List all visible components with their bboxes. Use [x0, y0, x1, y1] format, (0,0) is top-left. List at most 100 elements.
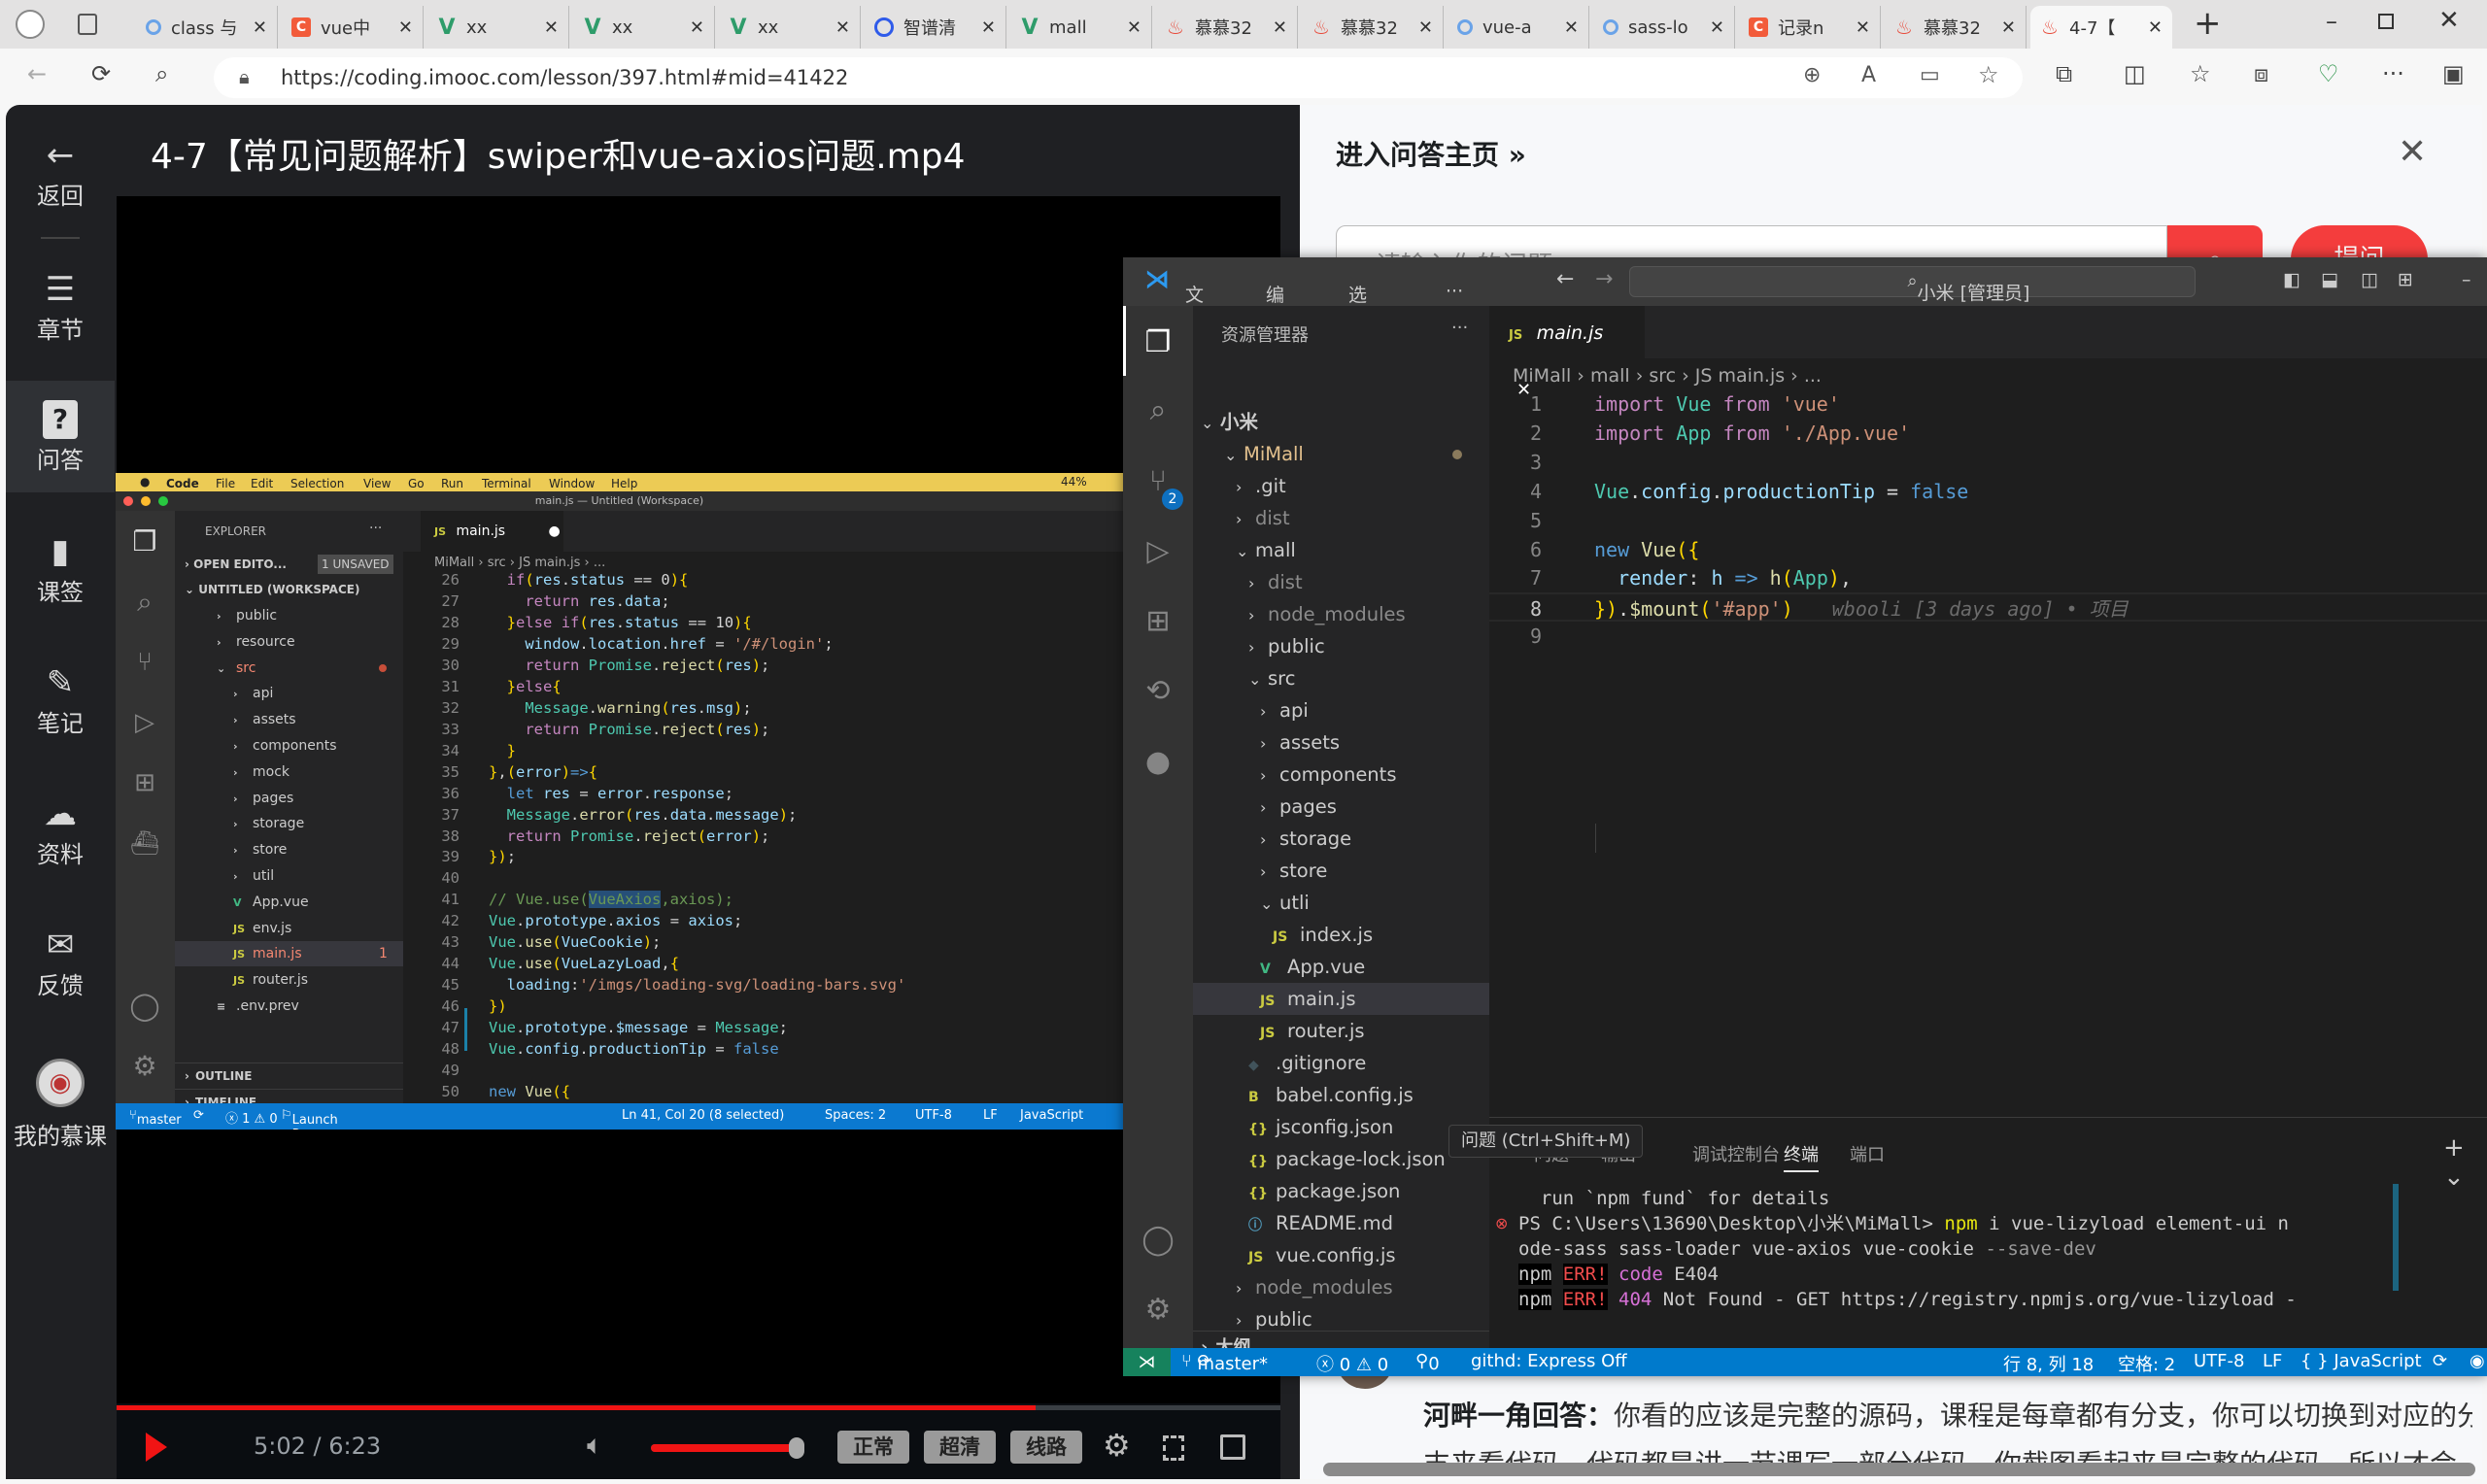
- tab-close-icon[interactable]: ✕: [981, 17, 996, 38]
- problems[interactable]: ⓧ 0 ⚠ 0: [1316, 1351, 1388, 1376]
- explorer-more-button[interactable]: ···: [1451, 318, 1468, 338]
- cursor-position[interactable]: 行 8, 列 18: [2003, 1351, 2094, 1376]
- githd-status[interactable]: githd: Express Off: [1471, 1351, 1627, 1371]
- explorer-item[interactable]: › dist: [1193, 566, 1489, 598]
- play-icon[interactable]: [146, 1433, 167, 1462]
- player-option-button[interactable]: 正常: [837, 1431, 909, 1464]
- explorer-item[interactable]: › pages: [1193, 791, 1489, 823]
- workspaces-icon[interactable]: [78, 14, 97, 35]
- run-debug-icon[interactable]: ▷: [1141, 534, 1175, 569]
- explorer-icon[interactable]: ❐: [1141, 325, 1175, 360]
- explorer-item[interactable]: › node_modules: [1193, 1271, 1489, 1303]
- explorer-item[interactable]: JS router.js: [1193, 1015, 1489, 1047]
- sidebar-toggle-icon[interactable]: ▣: [2442, 60, 2465, 87]
- explorer-item[interactable]: › node_modules: [1193, 598, 1489, 630]
- browser-tab[interactable]: vue-a ✕: [1448, 6, 1589, 49]
- picture-in-picture-icon[interactable]: [1220, 1434, 1245, 1460]
- player-option-button[interactable]: 线路: [1010, 1431, 1082, 1464]
- code-line[interactable]: 5: [1489, 506, 2487, 535]
- explorer-item[interactable]: {} jsconfig.json: [1193, 1111, 1489, 1143]
- browser-tab[interactable]: C 记录n ✕: [1739, 6, 1881, 49]
- code-line[interactable]: 6 new Vue({: [1489, 535, 2487, 564]
- sidebar-item-back-arrow[interactable]: ← 返回: [6, 134, 115, 211]
- tab-close-icon[interactable]: ✕: [1127, 17, 1141, 38]
- more-icon[interactable]: ···: [2382, 60, 2404, 87]
- tab-close-icon[interactable]: ✕: [1273, 17, 1287, 38]
- sidebar-item-bookmark[interactable]: ▮ 课签: [6, 530, 115, 607]
- tab-close-icon[interactable]: ✕: [1856, 17, 1870, 38]
- read-aloud-icon[interactable]: A: [1861, 63, 1876, 87]
- minimize-button[interactable]: –: [2326, 8, 2337, 35]
- volume-slider[interactable]: [651, 1437, 804, 1459]
- toggle-secondary-sidebar-icon[interactable]: ◫: [2361, 269, 2378, 290]
- explorer-item[interactable]: V App.vue: [1193, 951, 1489, 983]
- explorer-item[interactable]: ⓘ README.md: [1193, 1207, 1489, 1239]
- tab-close-icon[interactable]: ✕: [1710, 17, 1724, 38]
- toggle-sidebar-icon[interactable]: ◧: [2283, 269, 2300, 290]
- sidebar-item-question[interactable]: ? 问答: [6, 381, 115, 492]
- explorer-item[interactable]: ◆ .gitignore: [1193, 1047, 1489, 1079]
- explorer-item[interactable]: JS index.js: [1193, 919, 1489, 951]
- tab-close-icon[interactable]: ✕: [690, 17, 704, 38]
- explorer-item[interactable]: ⌄ 小米: [1193, 406, 1489, 438]
- browser-tab[interactable]: Vxx ✕: [573, 6, 715, 49]
- language-mode[interactable]: { } JavaScript: [2300, 1351, 2422, 1371]
- browser-tab[interactable]: class 与 ✕: [136, 6, 278, 49]
- prettier-icon[interactable]: ⟳: [2433, 1351, 2447, 1371]
- code-line[interactable]: 7 render: h => h(App),: [1489, 563, 2487, 592]
- browser-tab[interactable]: Cvue中 ✕: [282, 6, 424, 49]
- qa-home-link[interactable]: 进入问答主页 »: [1336, 134, 1526, 173]
- panel-tab[interactable]: 调试控制台: [1692, 1141, 1780, 1166]
- tab-close-icon[interactable]: ✕: [1418, 17, 1433, 38]
- extensions-icon[interactable]: ⊞: [1141, 604, 1175, 639]
- explorer-item[interactable]: ⌄ utli: [1193, 887, 1489, 919]
- gear-icon[interactable]: ⚙: [1141, 1293, 1175, 1328]
- eol[interactable]: LF: [2263, 1351, 2282, 1371]
- fullscreen-icon[interactable]: [1163, 1435, 1184, 1461]
- explorer-item[interactable]: {} package-lock.json: [1193, 1143, 1489, 1175]
- terminal-scrollbar[interactable]: [2393, 1184, 2399, 1291]
- tab-close-icon[interactable]: ✕: [1564, 17, 1579, 38]
- ports[interactable]: ⚲ 0: [1415, 1351, 1440, 1374]
- tab-close-icon[interactable]: ✕: [2001, 17, 2016, 38]
- browser-tab[interactable]: ♨ 4-7【 ✕: [2030, 6, 2172, 49]
- profile-icon[interactable]: [16, 10, 45, 39]
- sidebar-item-avatar[interactable]: ◉ 我的慕课: [6, 1059, 115, 1151]
- browser-tab[interactable]: sass-lo ✕: [1593, 6, 1735, 49]
- explorer-item[interactable]: ⌄ mall: [1193, 534, 1489, 566]
- horizontal-scrollbar[interactable]: [1323, 1463, 2475, 1476]
- url-field[interactable]: 🔒︎ https://coding.imooc.com/lesson/397.h…: [214, 57, 2023, 98]
- github-icon[interactable]: ●: [1141, 745, 1175, 780]
- tab-close-icon[interactable]: ✕: [398, 17, 413, 38]
- player-option-button[interactable]: 超清: [924, 1431, 996, 1464]
- notifications-icon[interactable]: ◉: [2470, 1351, 2485, 1371]
- close-window-button[interactable]: ✕: [2438, 6, 2460, 35]
- command-center-search[interactable]: ⌕ 小米 [管理员]: [1629, 266, 2196, 304]
- code-line[interactable]: 9: [1489, 622, 2487, 651]
- lock-icon[interactable]: 🔒︎: [239, 65, 250, 88]
- code-line[interactable]: 2 import App from './App.vue': [1489, 419, 2487, 448]
- favorites-icon[interactable]: ☆: [2190, 60, 2211, 87]
- encoding[interactable]: UTF-8: [2194, 1351, 2244, 1371]
- explorer-item[interactable]: › api: [1193, 694, 1489, 726]
- toggle-panel-icon[interactable]: ⬓: [2321, 269, 2338, 290]
- zoom-icon[interactable]: ⊕: [1803, 63, 1821, 87]
- new-terminal-button[interactable]: + ⌄: [2443, 1133, 2487, 1192]
- sidebar-item-pencil[interactable]: ✎ 笔记: [6, 661, 115, 738]
- code-line[interactable]: 3: [1489, 448, 2487, 477]
- browser-tab[interactable]: ♨ 慕慕32 ✕: [1885, 6, 2027, 49]
- explorer-item[interactable]: › components: [1193, 759, 1489, 791]
- restore-button[interactable]: [2378, 14, 2394, 29]
- sidebar-item-envelope[interactable]: ✉ 反馈: [6, 924, 115, 1000]
- panel-tab[interactable]: 终端: [1784, 1141, 1819, 1172]
- explorer-item[interactable]: JS vue.config.js: [1193, 1239, 1489, 1271]
- back-icon[interactable]: ←: [27, 60, 47, 87]
- volume-icon[interactable]: 🔈︎: [587, 1429, 603, 1462]
- extensions-icon[interactable]: ⧉: [2056, 60, 2072, 87]
- settings-gear-icon[interactable]: ⚙: [1103, 1427, 1131, 1464]
- explorer-item[interactable]: › assets: [1193, 726, 1489, 759]
- sidebar-item-cloud-download[interactable]: ☁ 资料: [6, 793, 115, 869]
- url-text[interactable]: https://coding.imooc.com/lesson/397.html…: [281, 66, 848, 89]
- back-arrow-icon[interactable]: ←: [1556, 267, 1574, 291]
- immersive-reader-icon[interactable]: ▭: [1920, 63, 1940, 87]
